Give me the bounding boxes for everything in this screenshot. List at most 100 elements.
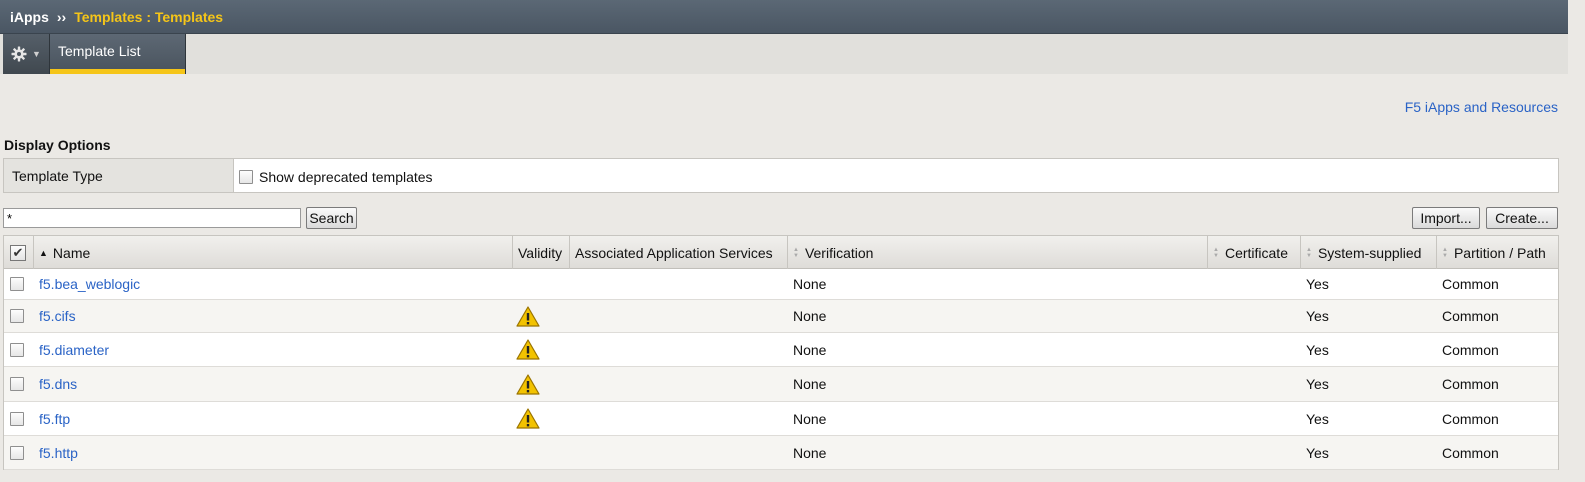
display-options-table: Template Type Show deprecated templates bbox=[3, 158, 1559, 193]
template-name-link[interactable]: f5.cifs bbox=[39, 308, 76, 324]
column-name-label: Name bbox=[52, 244, 91, 261]
verification-cell: None bbox=[788, 367, 1208, 401]
template-type-value: Show deprecated templates bbox=[234, 159, 433, 192]
template-name-link[interactable]: f5.http bbox=[39, 445, 78, 461]
system-supplied-cell: Yes bbox=[1301, 333, 1437, 366]
create-button[interactable]: Create... bbox=[1486, 207, 1558, 229]
certificate-cell bbox=[1208, 436, 1301, 469]
search-input[interactable] bbox=[3, 208, 301, 228]
row-checkbox[interactable] bbox=[10, 445, 24, 460]
template-name-cell: f5.http bbox=[34, 436, 513, 469]
column-header-verification[interactable]: ▲ ▼ Verification bbox=[788, 236, 1208, 269]
certificate-cell bbox=[1208, 269, 1301, 299]
iapps-resources-link[interactable]: F5 iApps and Resources bbox=[1405, 99, 1558, 115]
table-row[interactable]: f5.bea_weblogic None Yes Common bbox=[4, 269, 1558, 300]
row-select-cell bbox=[4, 300, 34, 332]
table-row[interactable]: f5.ftp None Yes Common bbox=[4, 402, 1558, 436]
partition-cell: Common bbox=[1437, 269, 1558, 299]
partition-value: Common bbox=[1442, 444, 1499, 461]
column-header-associated: Associated Application Services bbox=[570, 236, 788, 269]
display-options-title: Display Options bbox=[4, 137, 111, 153]
chevron-down-icon: ▼ bbox=[32, 49, 41, 59]
column-certificate-label: Certificate bbox=[1224, 244, 1288, 261]
validity-cell bbox=[513, 367, 570, 401]
verification-value: None bbox=[793, 410, 827, 427]
partition-cell: Common bbox=[1437, 436, 1558, 469]
table-row[interactable]: f5.dns None Yes Common bbox=[4, 367, 1558, 402]
table-row[interactable]: f5.diameter None Yes Common bbox=[4, 333, 1558, 367]
column-header-certificate[interactable]: ▲ ▼ Certificate bbox=[1208, 236, 1301, 269]
title-bar: iApps ›› Templates : Templates bbox=[0, 0, 1568, 34]
tab-template-list-label: Template List bbox=[58, 43, 141, 59]
sort-icon: ▲ ▼ bbox=[1213, 246, 1219, 259]
breadcrumb-current: Templates : Templates bbox=[74, 8, 224, 25]
warning-icon bbox=[516, 408, 540, 429]
partition-cell: Common bbox=[1437, 402, 1558, 435]
table-body: f5.bea_weblogic None Yes Common f5.cifs None Y… bbox=[4, 269, 1558, 470]
verification-value: None bbox=[793, 341, 827, 358]
system-supplied-cell: Yes bbox=[1301, 402, 1437, 435]
column-header-partition[interactable]: ▲ ▼ Partition / Path bbox=[1437, 236, 1558, 269]
show-deprecated-checkbox[interactable] bbox=[239, 169, 253, 184]
partition-value: Common bbox=[1442, 341, 1499, 358]
template-name-cell: f5.dns bbox=[34, 367, 513, 401]
validity-cell bbox=[513, 333, 570, 366]
row-checkbox[interactable] bbox=[10, 377, 24, 391]
select-all-checkbox[interactable]: ✔ bbox=[10, 244, 26, 261]
verification-cell: None bbox=[788, 300, 1208, 332]
certificate-cell bbox=[1208, 333, 1301, 366]
system-supplied-value: Yes bbox=[1306, 410, 1329, 427]
row-select-cell bbox=[4, 367, 34, 401]
system-supplied-value: Yes bbox=[1306, 444, 1329, 461]
certificate-cell bbox=[1208, 402, 1301, 435]
validity-cell bbox=[513, 436, 570, 469]
template-name-link[interactable]: f5.bea_weblogic bbox=[39, 276, 140, 292]
verification-cell: None bbox=[788, 402, 1208, 435]
system-supplied-cell: Yes bbox=[1301, 367, 1437, 401]
warning-icon bbox=[516, 373, 540, 395]
validity-cell bbox=[513, 300, 570, 332]
column-verification-label: Verification bbox=[804, 244, 874, 261]
verification-cell: None bbox=[788, 333, 1208, 366]
system-supplied-value: Yes bbox=[1306, 276, 1329, 292]
row-checkbox[interactable] bbox=[10, 342, 24, 357]
row-checkbox[interactable] bbox=[10, 277, 24, 291]
column-partition-label: Partition / Path bbox=[1453, 244, 1546, 261]
partition-cell: Common bbox=[1437, 367, 1558, 401]
column-header-system-supplied[interactable]: ▲ ▼ System-supplied bbox=[1301, 236, 1437, 269]
templates-table: ✔ ▲ Name Validity Associated Application… bbox=[3, 235, 1559, 470]
row-checkbox[interactable] bbox=[10, 411, 24, 426]
breadcrumb-separator: ›› bbox=[56, 8, 67, 25]
associated-services-cell bbox=[570, 269, 788, 299]
template-name-link[interactable]: f5.ftp bbox=[39, 411, 70, 427]
show-deprecated-label[interactable]: Show deprecated templates bbox=[259, 169, 433, 185]
certificate-cell bbox=[1208, 367, 1301, 401]
table-header: ✔ ▲ Name Validity Associated Application… bbox=[4, 236, 1558, 269]
settings-menu-button[interactable]: ▼ bbox=[3, 34, 50, 74]
associated-services-cell bbox=[570, 333, 788, 366]
column-header-validity: Validity bbox=[513, 236, 570, 269]
table-row[interactable]: f5.cifs None Yes Common bbox=[4, 300, 1558, 333]
row-checkbox[interactable] bbox=[10, 309, 24, 323]
tab-template-list[interactable]: Template List bbox=[50, 34, 186, 74]
sort-icon: ▲ ▼ bbox=[793, 246, 799, 259]
system-supplied-value: Yes bbox=[1306, 341, 1329, 358]
system-supplied-cell: Yes bbox=[1301, 300, 1437, 332]
tab-bar: ▼ Template List bbox=[0, 34, 1568, 74]
template-name-cell: f5.diameter bbox=[34, 333, 513, 366]
breadcrumb-app[interactable]: iApps bbox=[10, 9, 49, 25]
system-supplied-value: Yes bbox=[1306, 308, 1329, 324]
table-row[interactable]: f5.http None Yes Common bbox=[4, 436, 1558, 470]
sort-ascending-icon: ▲ bbox=[39, 247, 48, 258]
associated-services-cell bbox=[570, 402, 788, 435]
search-button[interactable]: Search bbox=[306, 207, 357, 229]
warning-icon bbox=[516, 305, 540, 327]
partition-value: Common bbox=[1442, 410, 1499, 427]
template-name-link[interactable]: f5.diameter bbox=[39, 342, 109, 358]
column-header-name[interactable]: ▲ Name bbox=[34, 236, 513, 269]
import-button[interactable]: Import... bbox=[1412, 207, 1480, 229]
verification-value: None bbox=[793, 444, 827, 461]
template-name-link[interactable]: f5.dns bbox=[39, 376, 77, 392]
active-tab-indicator bbox=[50, 69, 185, 74]
warning-icon bbox=[516, 339, 540, 360]
